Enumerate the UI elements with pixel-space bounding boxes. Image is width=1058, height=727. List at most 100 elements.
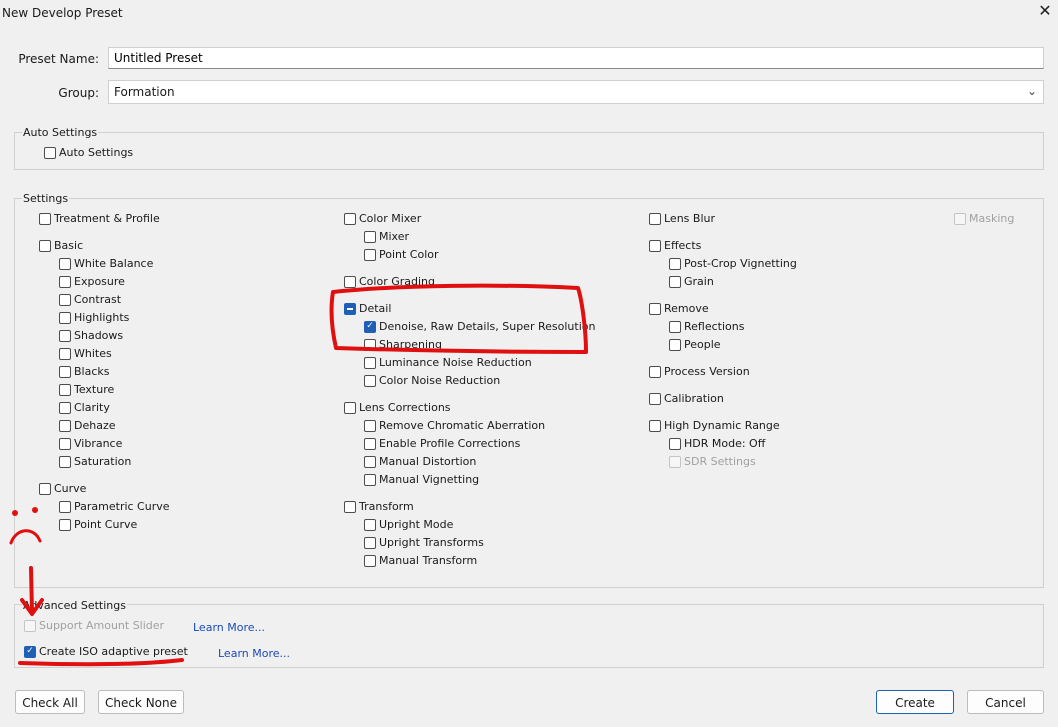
checkbox-box[interactable]	[669, 320, 681, 333]
settings-checkbox-whites[interactable]: Whites	[59, 347, 112, 360]
settings-checkbox-exposure[interactable]: Exposure	[59, 275, 125, 288]
checkbox-box[interactable]	[59, 383, 71, 396]
settings-checkbox-point-curve[interactable]: Point Curve	[59, 518, 137, 531]
settings-checkbox-profile-corrections[interactable]: Enable Profile Corrections	[364, 437, 520, 450]
settings-checkbox-grain[interactable]: Grain	[669, 275, 714, 288]
checkbox-box[interactable]	[364, 554, 376, 567]
settings-checkbox-remove-ca[interactable]: Remove Chromatic Aberration	[364, 419, 545, 432]
checkbox-box[interactable]	[669, 455, 681, 468]
checkbox-box[interactable]	[59, 419, 71, 432]
checkbox-box[interactable]	[59, 347, 71, 360]
cancel-button[interactable]: Cancel	[967, 690, 1044, 714]
settings-checkbox-upright-mode[interactable]: Upright Mode	[364, 518, 453, 531]
settings-checkbox-saturation[interactable]: Saturation	[59, 455, 131, 468]
settings-checkbox-mixer[interactable]: Mixer	[364, 230, 409, 243]
checkbox-box[interactable]	[59, 365, 71, 378]
support-amount-slider-checkbox[interactable]: Support Amount Slider	[24, 619, 164, 632]
checkbox-box[interactable]	[59, 455, 71, 468]
checkbox-box[interactable]	[59, 311, 71, 324]
settings-checkbox-shadows[interactable]: Shadows	[59, 329, 123, 342]
settings-checkbox-post-crop-vignetting[interactable]: Post-Crop Vignetting	[669, 257, 797, 270]
checkbox-box[interactable]	[59, 329, 71, 342]
checkbox-box[interactable]: ✓	[24, 645, 36, 658]
settings-checkbox-hdr-mode[interactable]: HDR Mode: Off	[669, 437, 765, 450]
checkbox-box[interactable]	[954, 212, 966, 225]
checkbox-box[interactable]	[364, 374, 376, 387]
checkbox-box[interactable]	[649, 365, 661, 378]
settings-checkbox-color-mixer[interactable]: Color Mixer	[344, 212, 421, 225]
settings-checkbox-curve[interactable]: Curve	[39, 482, 86, 495]
checkbox-box[interactable]	[24, 619, 36, 632]
settings-checkbox-lens-corrections[interactable]: Lens Corrections	[344, 401, 451, 414]
checkbox-box[interactable]	[344, 500, 356, 513]
settings-checkbox-transform[interactable]: Transform	[344, 500, 414, 513]
settings-checkbox-point-color[interactable]: Point Color	[364, 248, 439, 261]
create-button[interactable]: Create	[876, 690, 954, 714]
settings-checkbox-masking[interactable]: Masking	[954, 212, 1014, 225]
checkbox-box[interactable]	[59, 500, 71, 513]
settings-checkbox-treatment-profile[interactable]: Treatment & Profile	[39, 212, 160, 225]
settings-checkbox-process-version[interactable]: Process Version	[649, 365, 750, 378]
settings-checkbox-dehaze[interactable]: Dehaze	[59, 419, 116, 432]
checkbox-box[interactable]	[59, 257, 71, 270]
settings-checkbox-people[interactable]: People	[669, 338, 721, 351]
settings-checkbox-lens-blur[interactable]: Lens Blur	[649, 212, 715, 225]
checkbox-box[interactable]	[59, 518, 71, 531]
settings-checkbox-highlights[interactable]: Highlights	[59, 311, 129, 324]
settings-checkbox-contrast[interactable]: Contrast	[59, 293, 121, 306]
close-icon[interactable]: ✕	[1036, 2, 1054, 20]
checkbox-box[interactable]	[364, 338, 376, 351]
settings-checkbox-vibrance[interactable]: Vibrance	[59, 437, 122, 450]
settings-checkbox-texture[interactable]: Texture	[59, 383, 114, 396]
auto-settings-checkbox[interactable]: Auto Settings	[44, 146, 133, 159]
settings-checkbox-color-grading[interactable]: Color Grading	[344, 275, 435, 288]
checkbox-box[interactable]	[344, 275, 356, 288]
checkbox-box[interactable]	[344, 401, 356, 414]
settings-checkbox-high-dynamic-range[interactable]: High Dynamic Range	[649, 419, 780, 432]
checkbox-box[interactable]	[364, 536, 376, 549]
checkbox-box[interactable]	[649, 239, 661, 252]
checkbox-box[interactable]	[364, 455, 376, 468]
checkbox-box[interactable]	[669, 338, 681, 351]
settings-checkbox-denoise[interactable]: ✓ Denoise, Raw Details, Super Resolution	[364, 320, 595, 333]
settings-checkbox-sdr-settings[interactable]: SDR Settings	[669, 455, 756, 468]
settings-checkbox-manual-vignetting[interactable]: Manual Vignetting	[364, 473, 479, 486]
iso-adaptive-checkbox[interactable]: ✓ Create ISO adaptive preset	[24, 645, 188, 658]
settings-checkbox-detail[interactable]: Detail	[344, 302, 391, 315]
checkbox-box[interactable]	[344, 212, 356, 225]
checkbox-box[interactable]	[59, 275, 71, 288]
check-all-button[interactable]: Check All	[15, 690, 85, 714]
settings-checkbox-luminance-nr[interactable]: Luminance Noise Reduction	[364, 356, 532, 369]
checkbox-box[interactable]	[649, 392, 661, 405]
checkbox-box[interactable]	[39, 239, 51, 252]
checkbox-box[interactable]	[669, 257, 681, 270]
settings-checkbox-manual-distortion[interactable]: Manual Distortion	[364, 455, 476, 468]
checkbox-box[interactable]	[669, 275, 681, 288]
checkbox-box[interactable]	[39, 212, 51, 225]
check-none-button[interactable]: Check None	[98, 690, 184, 714]
learn-more-link[interactable]: Learn More...	[193, 621, 265, 634]
settings-checkbox-parametric-curve[interactable]: Parametric Curve	[59, 500, 170, 513]
settings-checkbox-remove[interactable]: Remove	[649, 302, 709, 315]
group-select[interactable]: Formation ⌄	[108, 80, 1044, 104]
checkbox-box[interactable]	[649, 419, 661, 432]
preset-name-input[interactable]	[108, 47, 1044, 69]
checkbox-box[interactable]	[39, 482, 51, 495]
checkbox-box[interactable]	[59, 437, 71, 450]
checkbox-box[interactable]	[59, 401, 71, 414]
checkbox-box[interactable]	[44, 146, 56, 159]
checkbox-box[interactable]	[344, 302, 356, 315]
checkbox-box[interactable]	[364, 437, 376, 450]
checkbox-box[interactable]	[364, 419, 376, 432]
settings-checkbox-reflections[interactable]: Reflections	[669, 320, 744, 333]
checkbox-box[interactable]	[364, 230, 376, 243]
settings-checkbox-white-balance[interactable]: White Balance	[59, 257, 153, 270]
settings-checkbox-blacks[interactable]: Blacks	[59, 365, 110, 378]
settings-checkbox-upright-transforms[interactable]: Upright Transforms	[364, 536, 484, 549]
checkbox-box[interactable]: ✓	[364, 320, 376, 333]
checkbox-box[interactable]	[364, 248, 376, 261]
learn-more-link[interactable]: Learn More...	[218, 647, 290, 660]
checkbox-box[interactable]	[59, 293, 71, 306]
checkbox-box[interactable]	[364, 473, 376, 486]
settings-checkbox-sharpening[interactable]: Sharpening	[364, 338, 442, 351]
